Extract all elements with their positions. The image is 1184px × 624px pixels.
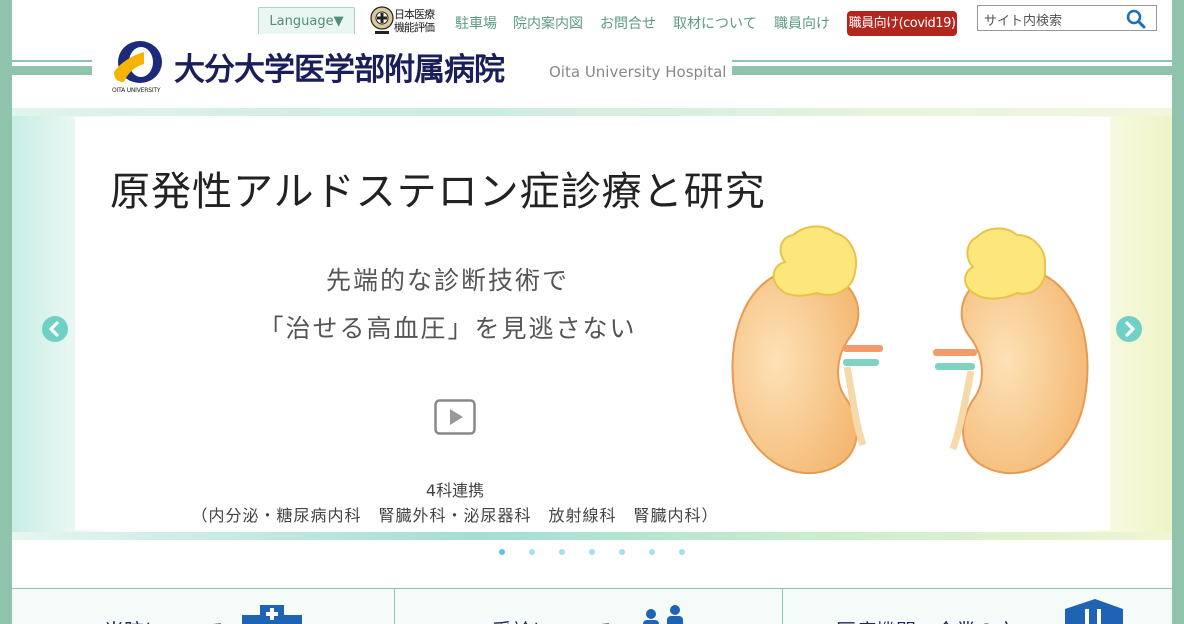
carousel-dot[interactable] [649,549,655,555]
nav-staff[interactable]: 職員向け [774,13,830,33]
jq-label: 日本医療機能評価 [394,8,435,34]
carousel-dot[interactable] [619,549,625,555]
nav-parking[interactable]: 駐車場 [455,13,497,33]
hero-slide[interactable]: 原発性アルドステロン症診療と研究 先端的な診断技術で 「治せる高血圧」を見逃さな… [75,117,1110,530]
slide-line-2: 「治せる高血圧」を見逃さない [258,314,637,343]
kidney-illustration [731,225,1089,475]
search-icon[interactable] [1126,9,1146,29]
carousel-next-icon[interactable] [1115,315,1143,343]
university-logo-icon[interactable] [110,38,166,86]
quick-links: 当院について 受診について 医療機関・企業の方へ [12,588,1172,624]
search-input[interactable]: サイト内検索 [984,10,1062,29]
patients-icon [643,605,683,624]
carousel-dot[interactable] [679,549,685,555]
link-medical-institutions-label: 医療機関・企業の方へ [836,615,1036,624]
page: Language▼ 日本医療機能評価 駐車場 院内案内図 お問合せ 取材について… [12,0,1172,624]
carousel-dot[interactable] [499,549,505,555]
site-subtitle: Oita University Hospital [549,63,727,81]
slide-title: 原発性アルドステロン症診療と研究 [110,169,766,215]
carousel-dot[interactable] [589,549,595,555]
search-box[interactable]: サイト内検索 [977,5,1157,31]
carousel-dot[interactable] [529,549,535,555]
slide-line-3: 4科連携 [425,481,485,500]
link-about-hospital-label: 当院について [104,615,223,624]
nav-press[interactable]: 取材について [673,13,757,33]
link-consultation-label: 受診について [492,615,611,624]
staff-covid-button[interactable]: 職員向け(covid19) [847,11,957,36]
play-icon[interactable] [434,399,476,435]
university-mark-text: OITA UNIVERSITY [112,87,161,94]
hospital-icon [242,605,302,624]
language-button[interactable]: Language▼ [258,7,355,37]
carousel-prev-icon[interactable] [41,315,69,343]
building-icon [1065,599,1123,624]
slide-line-4: （内分泌・糖尿病内科 腎臓外科・泌尿器科 放射線科 腎臓内科） [191,506,719,525]
link-about-hospital[interactable]: 当院について [12,589,395,624]
nav-contact[interactable]: お問合せ [600,13,656,33]
slide-line-1: 先端的な診断技術で [325,266,569,295]
site-title[interactable]: 大分大学医学部附属病院 [174,44,505,89]
carousel-dot[interactable] [559,549,565,555]
link-consultation[interactable]: 受診について [395,589,783,624]
nav-floor-map[interactable]: 院内案内図 [513,13,583,33]
link-medical-institutions[interactable]: 医療機関・企業の方へ [783,589,1172,624]
carousel-dots[interactable] [490,547,690,557]
